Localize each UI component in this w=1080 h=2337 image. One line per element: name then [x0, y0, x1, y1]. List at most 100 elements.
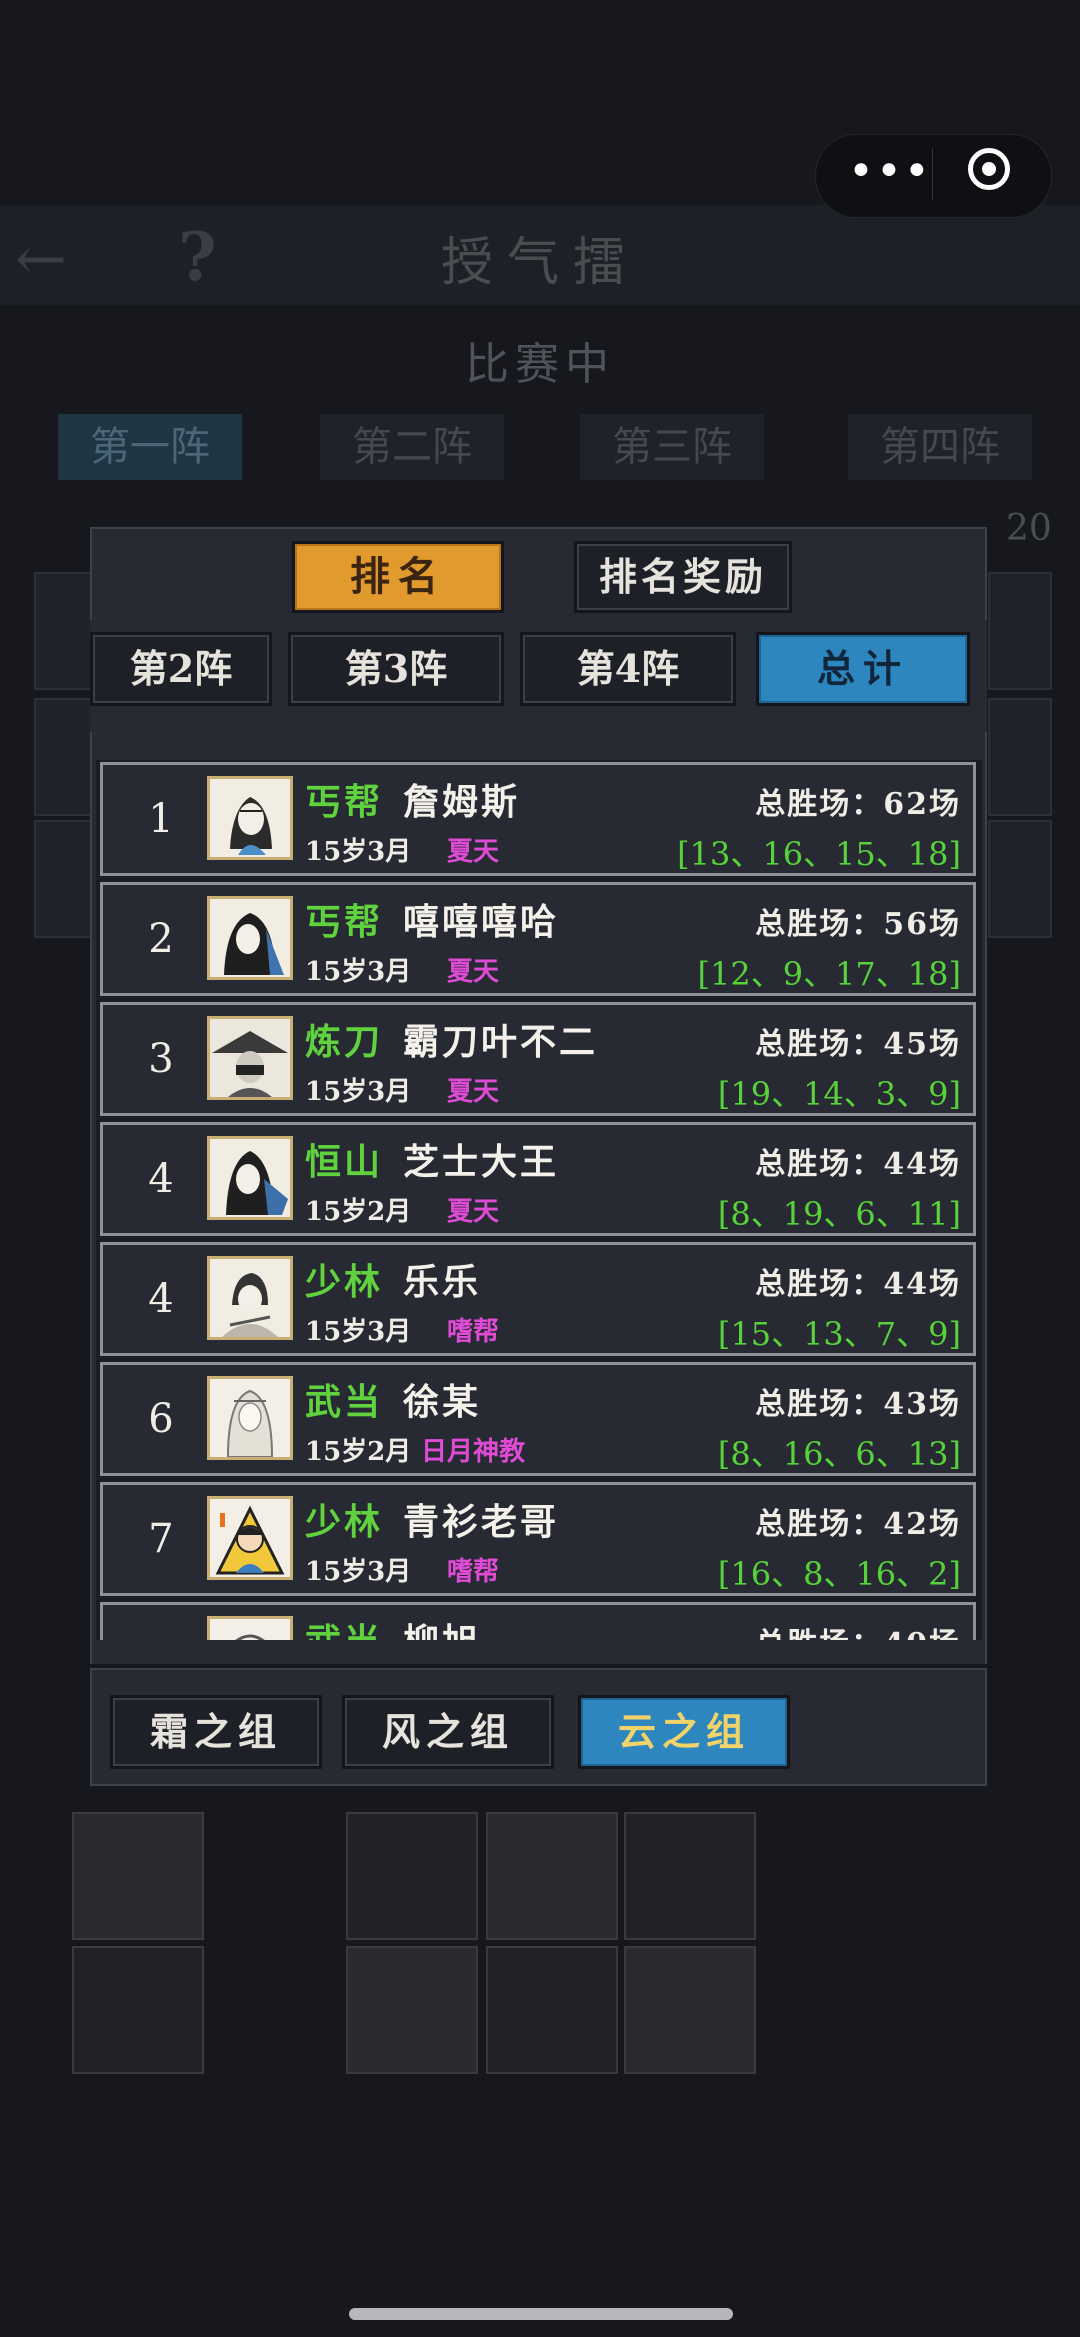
bg-info-right: 20 [1006, 508, 1052, 549]
player-age: 15岁3月 [305, 1077, 412, 1107]
subtab-round-3[interactable]: 第3阵 [288, 632, 504, 706]
close-miniprogram-icon[interactable] [968, 148, 1010, 190]
player-avatar [207, 896, 293, 980]
player-sect: 炼刀 [305, 1021, 384, 1063]
group-wind-button[interactable]: 风之组 [342, 1695, 554, 1769]
wins-value: 40场 [883, 1627, 961, 1640]
round-scores: [8、19、6、11] [717, 1195, 961, 1233]
wins-value: 42场 [883, 1507, 961, 1542]
wins-label: 总胜场： [755, 787, 884, 822]
player-server: 夏天 [446, 837, 499, 867]
total-wins: 总胜场：45场 [755, 1019, 961, 1063]
bg-tab-1: 第一阵 [58, 414, 242, 480]
player-sect: 少林 [305, 1261, 384, 1303]
player-age: 15岁2月 [305, 1437, 412, 1467]
rank-number: 6 [148, 1396, 174, 1442]
subtab-round-2[interactable]: 第2阵 [90, 632, 272, 706]
total-wins: 总胜场：56场 [755, 899, 961, 943]
player-name: 霸刀叶不二 [403, 1021, 599, 1063]
ranking-row[interactable]: 6 武当 徐某 15岁2月 日月神教 总胜场：43场 [8、16、6、13] [100, 1362, 976, 1476]
player-server: 日月神教 [420, 1437, 525, 1467]
bg-portrait [486, 1812, 618, 1940]
round-scores: [16、8、16、2] [717, 1555, 961, 1593]
ranking-list[interactable]: 1 丐帮 詹姆斯 15岁3月 夏天 总胜场：62场 [13、16、15、18] … [96, 760, 982, 1640]
player-age: 15岁3月 [305, 1557, 412, 1587]
round-scores: [15、13、7、9] [717, 1315, 961, 1353]
player-server: 嗜帮 [446, 1317, 499, 1347]
round-scores: [13、16、15、18] [677, 835, 961, 873]
rank-number: 4 [148, 1156, 174, 1202]
player-avatar [207, 1136, 293, 1220]
wins-label: 总胜场： [755, 907, 884, 942]
background-status: 比赛中 [465, 339, 615, 390]
wins-label: 总胜场： [755, 1507, 884, 1542]
bg-portrait [346, 1812, 478, 1940]
wins-label: 总胜场： [755, 1147, 884, 1182]
group-cloud-button[interactable]: 云之组 [578, 1695, 790, 1769]
subtab-total[interactable]: 总计 [756, 632, 970, 706]
rank-number: 3 [148, 1036, 174, 1082]
subtab-round-4[interactable]: 第4阵 [520, 632, 736, 706]
ranking-row[interactable]: 2 丐帮 嘻嘻嘻哈 15岁3月 夏天 总胜场：56场 [12、9、17、18] [100, 882, 976, 996]
wins-label: 总胜场： [755, 1267, 884, 1302]
capsule-divider [932, 148, 933, 200]
more-menu-icon[interactable]: ••• [848, 150, 930, 200]
wins-label: 总胜场： [755, 1627, 883, 1640]
player-name: 徐某 [403, 1381, 482, 1423]
total-wins: 总胜场：44场 [755, 1259, 961, 1303]
player-avatar [207, 1376, 293, 1460]
player-name: 芝士大王 [403, 1141, 560, 1183]
wins-label: 总胜场： [755, 1387, 884, 1422]
background-title: 授气擂 [440, 233, 639, 293]
player-server: 夏天 [446, 957, 499, 987]
player-sect: 丐帮 [305, 781, 384, 823]
player-age: 15岁2月 [305, 1197, 412, 1227]
bg-slot [34, 698, 98, 816]
group-frost-button[interactable]: 霜之组 [110, 1695, 322, 1769]
bg-slot [988, 572, 1052, 690]
wins-value: 44场 [883, 1147, 961, 1182]
player-name: 乐乐 [403, 1261, 482, 1303]
ranking-row[interactable]: 7 少林 青衫老哥 15岁3月 嗜帮 总胜场：42场 [16、8、16、2] [100, 1482, 976, 1596]
bg-tab-4: 第四阵 [848, 414, 1032, 480]
player-sect: 武当 [305, 1613, 383, 1640]
total-wins: 总胜场：40场 [755, 1619, 961, 1640]
player-name: 柳旭 [403, 1613, 481, 1640]
ranking-tab-button[interactable]: 排名 [292, 541, 504, 613]
wins-label: 总胜场： [755, 1027, 884, 1062]
ranking-reward-button[interactable]: 排名奖励 [574, 541, 792, 613]
player-server: 夏天 [446, 1077, 499, 1107]
rank-number: 1 [148, 796, 174, 842]
ranking-row[interactable]: 4 恒山 芝士大王 15岁2月 夏天 总胜场：44场 [8、19、6、11] [100, 1122, 976, 1236]
player-name: 嘻嘻嘻哈 [403, 901, 560, 943]
wins-value: 43场 [883, 1387, 961, 1422]
player-sect: 少林 [305, 1501, 384, 1543]
wins-value: 44场 [883, 1267, 961, 1302]
rank-number: 7 [148, 1516, 174, 1562]
bg-portrait [346, 1946, 478, 2074]
total-wins: 总胜场：62场 [755, 779, 961, 823]
bg-slot [34, 820, 98, 938]
wins-value: 45场 [883, 1027, 961, 1062]
player-age: 15岁3月 [305, 837, 412, 867]
bg-portrait [624, 1946, 756, 2074]
ranking-row[interactable]: 武当 柳旭 总胜场：40场 [100, 1602, 976, 1640]
player-name: 詹姆斯 [403, 781, 521, 823]
player-name: 青衫老哥 [403, 1501, 560, 1543]
total-wins: 总胜场：42场 [755, 1499, 961, 1543]
home-indicator [349, 2308, 733, 2320]
ranking-row[interactable]: 3 炼刀 霸刀叶不二 15岁3月 夏天 总胜场：45场 [19、14、3、9] [100, 1002, 976, 1116]
rank-number: 2 [148, 916, 174, 962]
ranking-row[interactable]: 4 少林 乐乐 15岁3月 嗜帮 总胜场：44场 [15、13、7、9] [100, 1242, 976, 1356]
bg-slot [988, 698, 1052, 816]
player-age: 15岁3月 [305, 1317, 412, 1347]
round-scores: [12、9、17、18] [697, 955, 962, 993]
bg-portrait [624, 1812, 756, 1940]
ranking-row[interactable]: 1 丐帮 詹姆斯 15岁3月 夏天 总胜场：62场 [13、16、15、18] [100, 762, 976, 876]
total-wins: 总胜场：43场 [755, 1379, 961, 1423]
player-sect: 丐帮 [305, 901, 384, 943]
bg-tab-2: 第二阵 [320, 414, 504, 480]
player-avatar [207, 1256, 293, 1340]
wins-value: 56场 [883, 907, 961, 942]
bg-slot [34, 572, 98, 690]
